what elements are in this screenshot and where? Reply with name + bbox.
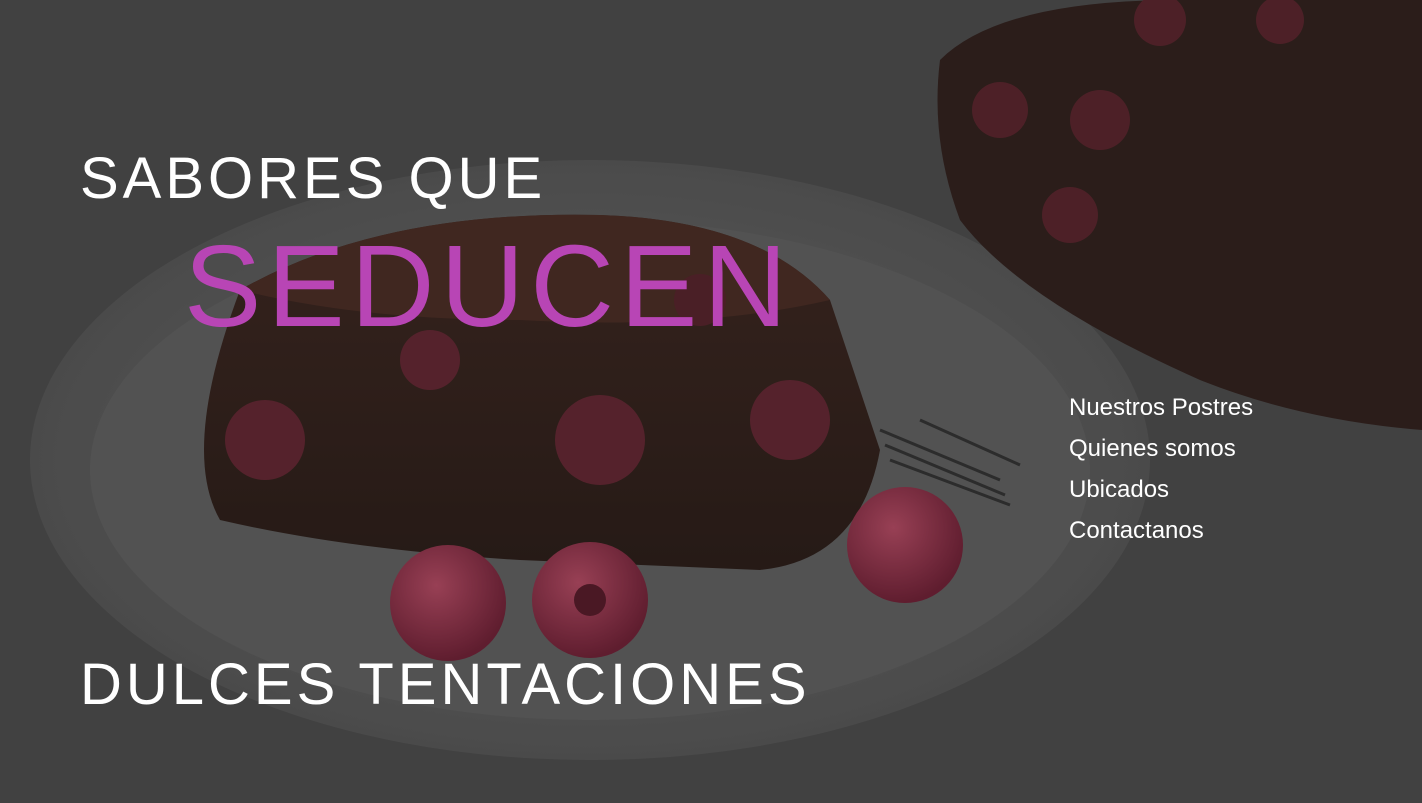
brand-name: DULCES TENTACIONES (80, 652, 811, 717)
nav-link-nuestros-postres[interactable]: Nuestros Postres (1069, 394, 1253, 421)
nav-item-nuestros-postres: Nuestros Postres (1069, 392, 1253, 433)
nav-list: Nuestros Postres Quienes somos Ubicados … (1069, 392, 1253, 556)
hero-section: SABORES QUE SEDUCEN DULCES TENTACIONES N… (0, 0, 1422, 803)
nav-link-contactanos[interactable]: Contactanos (1069, 517, 1204, 544)
nav-link-quienes-somos[interactable]: Quienes somos (1069, 435, 1236, 462)
headline-accent: SEDUCEN (184, 221, 794, 351)
headline-top: SABORES QUE (80, 146, 547, 211)
nav-item-ubicados: Ubicados (1069, 474, 1253, 515)
nav-link-ubicados[interactable]: Ubicados (1069, 476, 1169, 503)
nav-item-quienes-somos: Quienes somos (1069, 433, 1253, 474)
nav-item-contactanos: Contactanos (1069, 515, 1253, 556)
